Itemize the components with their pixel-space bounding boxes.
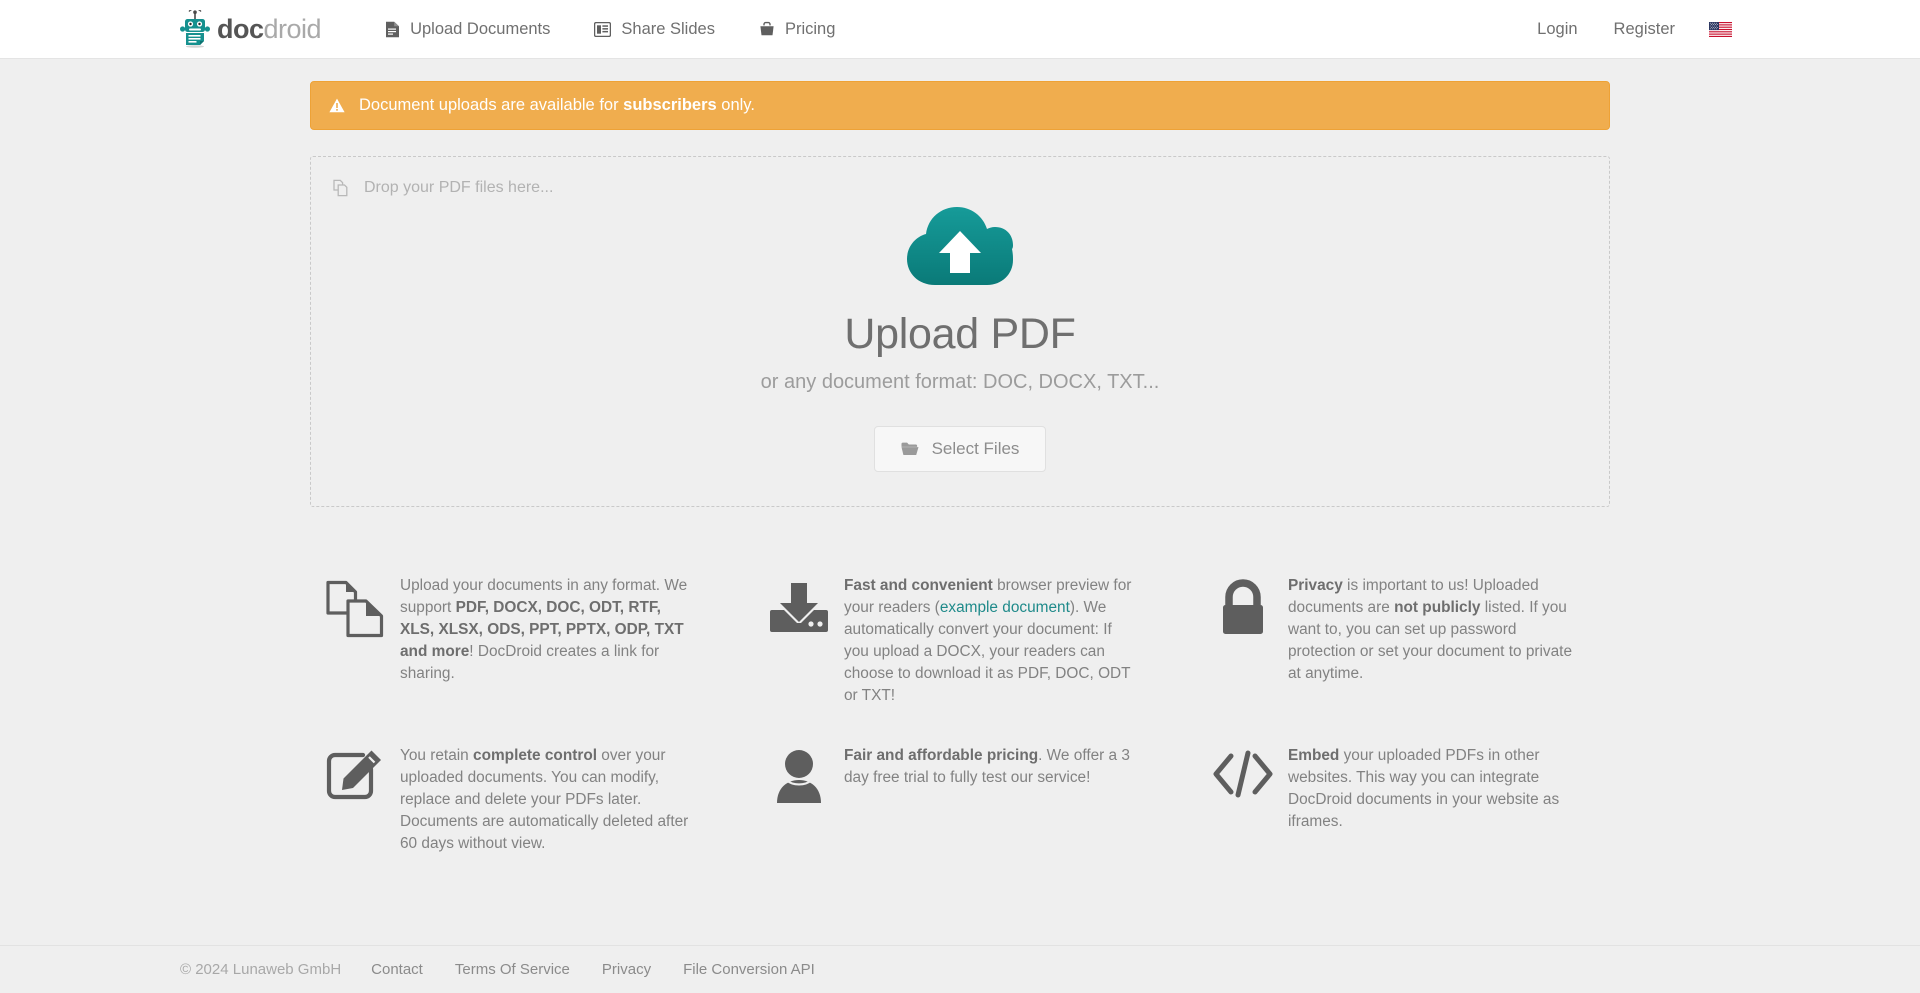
text-part-bold: Embed — [1288, 747, 1340, 765]
lock-icon — [1198, 575, 1288, 637]
register-link[interactable]: Register — [1596, 0, 1693, 58]
folder-open-icon — [901, 442, 919, 456]
select-files-label: Select Files — [931, 439, 1020, 458]
alert-text-bold: subscribers — [623, 96, 717, 114]
nav-item-label: Upload Documents — [410, 19, 551, 38]
subscriber-alert-banner: Document uploads are available for subsc… — [310, 81, 1610, 130]
select-files-button[interactable]: Select Files — [873, 426, 1047, 472]
feature-pricing: Fair and affordable pricing. We offer a … — [754, 735, 1166, 865]
text-part-bold: Fair and affordable pricing — [844, 747, 1039, 765]
file-dropzone[interactable]: Drop your PDF files here... Upload PDF o… — [310, 156, 1610, 507]
text-part-bold: Fast and convenient — [844, 577, 993, 594]
feature-privacy: Privacy is important to us! Uploaded doc… — [1198, 565, 1610, 717]
nav-item-share-slides[interactable]: Share Slides — [572, 0, 737, 58]
footer-link-contact[interactable]: Contact — [371, 961, 423, 978]
feature-text: You retain complete control over your up… — [400, 745, 690, 855]
nav-item-label: Share Slides — [621, 19, 715, 38]
footer-link-privacy[interactable]: Privacy — [602, 961, 651, 978]
upload-prompt: Upload PDF or any document format: DOC, … — [333, 205, 1587, 472]
us-flag-icon[interactable] — [1709, 21, 1732, 37]
robot-logo-icon — [180, 8, 210, 48]
footer-link-terms[interactable]: Terms Of Service — [455, 961, 570, 978]
user-icon — [754, 745, 844, 805]
text-part-bold: complete control — [473, 747, 598, 765]
primary-nav: Upload Documents Share Slides Pricing — [363, 0, 857, 58]
page-title: Upload PDF — [844, 310, 1076, 358]
feature-text: Embed your uploaded PDFs in other websit… — [1288, 745, 1578, 833]
warning-triangle-icon — [329, 98, 345, 113]
feature-text: Fair and affordable pricing. We offer a … — [844, 745, 1134, 789]
text-part-bold: Privacy — [1288, 577, 1343, 594]
login-link[interactable]: Login — [1519, 0, 1595, 58]
code-embed-icon — [1198, 745, 1288, 799]
page-subtitle: or any document format: DOC, DOCX, TXT..… — [760, 371, 1160, 393]
feature-upload-formats: Upload your documents in any format. We … — [310, 565, 722, 717]
nav-item-pricing[interactable]: Pricing — [737, 0, 857, 58]
nav-item-label: Pricing — [784, 19, 836, 38]
secondary-nav: Login Register — [1519, 0, 1740, 58]
alert-text-after: only. — [716, 96, 755, 114]
brand-text-part2: droid — [263, 13, 322, 44]
copy-files-icon — [333, 179, 350, 197]
nav-item-upload-documents[interactable]: Upload Documents — [363, 0, 572, 58]
cloud-upload-icon — [333, 205, 1587, 296]
brand-text-part1: doc — [217, 13, 264, 44]
text-part: You retain — [400, 747, 474, 765]
feature-text: Fast and convenient browser preview for … — [844, 575, 1134, 707]
footer-link-file-conversion-api[interactable]: File Conversion API — [683, 961, 815, 978]
features-grid: Upload your documents in any format. We … — [310, 565, 1610, 865]
edit-pencil-icon — [310, 745, 400, 807]
example-document-link[interactable]: example document — [940, 599, 1070, 616]
copyright-text: © 2024 Lunaweb GmbH — [180, 961, 342, 978]
feature-complete-control: You retain complete control over your up… — [310, 735, 722, 865]
slides-icon — [594, 21, 612, 37]
main-content: Document uploads are available for subsc… — [310, 59, 1610, 865]
text-part-bold: not publicly — [1394, 599, 1481, 617]
brand-logo-link[interactable]: docdroid — [180, 8, 322, 48]
feature-browser-preview: Fast and convenient browser preview for … — [754, 565, 1166, 717]
top-navbar: docdroid Upload Documents Share Slides P… — [0, 0, 1920, 59]
dropzone-hint: Drop your PDF files here... — [333, 179, 1587, 197]
alert-text-before: Document uploads are available for — [359, 96, 624, 114]
briefcase-icon — [759, 21, 775, 37]
alert-text: Document uploads are available for subsc… — [359, 96, 755, 115]
brand-text: docdroid — [217, 13, 322, 44]
feature-embed: Embed your uploaded PDFs in other websit… — [1198, 735, 1610, 865]
feature-text: Upload your documents in any format. We … — [400, 575, 690, 685]
dropzone-hint-label: Drop your PDF files here... — [364, 179, 554, 196]
documents-stack-icon — [310, 575, 400, 639]
page-footer: © 2024 Lunaweb GmbH Contact Terms Of Ser… — [0, 945, 1920, 993]
download-inbox-icon — [754, 575, 844, 637]
feature-text: Privacy is important to us! Uploaded doc… — [1288, 575, 1578, 685]
document-icon — [385, 21, 400, 38]
